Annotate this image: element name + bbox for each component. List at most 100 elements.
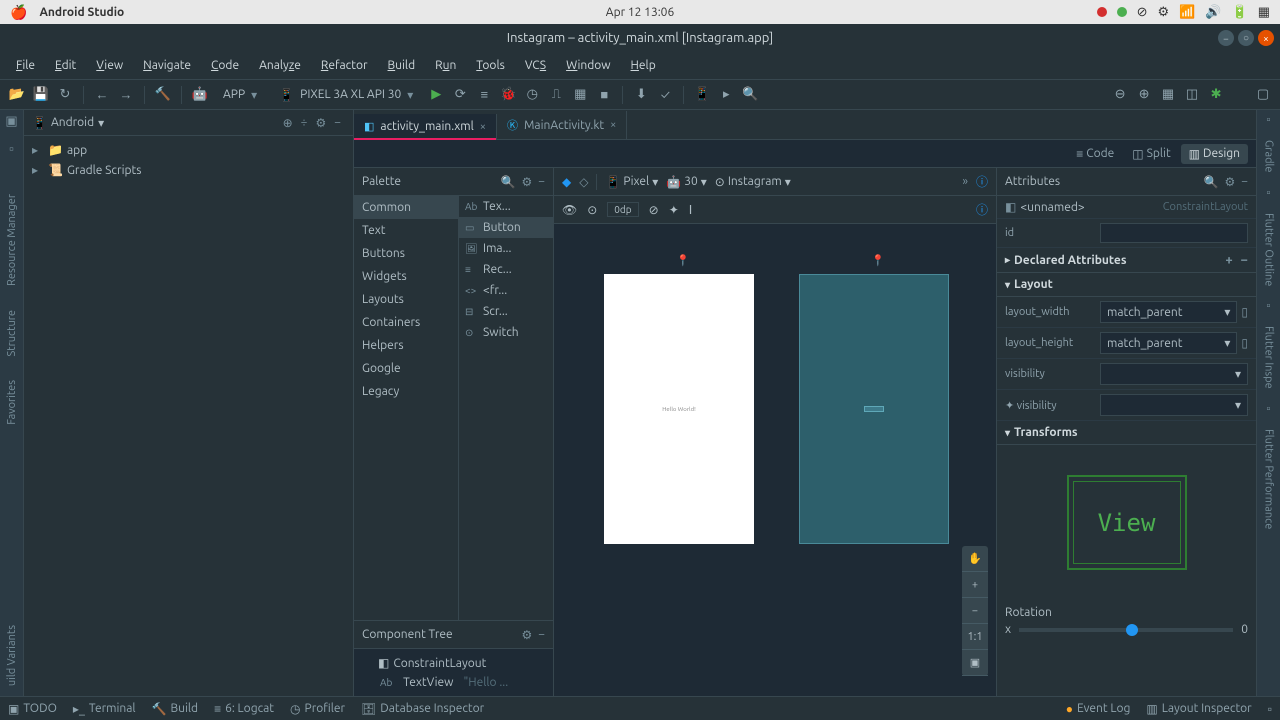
project-tool-icon[interactable]: ▣ (5, 114, 17, 129)
palette-hide-icon[interactable]: − (538, 175, 545, 188)
menu-window[interactable]: Window (558, 55, 618, 76)
attr-settings-icon[interactable]: ⚙ (1224, 175, 1235, 189)
flutter-inspector-tool[interactable]: Flutter Inspe (1263, 320, 1275, 395)
item-recycler[interactable]: ≡Rec... (459, 259, 553, 280)
surface-select-icon[interactable]: ◆ (562, 175, 571, 189)
search-icon[interactable]: 🔍 (741, 86, 759, 104)
zoom-fit-icon[interactable]: 1:1 (962, 624, 988, 650)
save-icon[interactable]: 💾 (32, 86, 50, 104)
cat-common[interactable]: Common (354, 196, 458, 219)
pan-icon[interactable]: ✋ (962, 546, 988, 572)
mode-code[interactable]: ≡ Code (1068, 144, 1122, 164)
ctree-hide-icon[interactable]: − (538, 628, 545, 641)
apple-icon[interactable]: 🍎 (10, 4, 27, 21)
status-build[interactable]: 🔨 Build (152, 702, 199, 716)
cat-google[interactable]: Google (354, 357, 458, 380)
status-logcat[interactable]: ≡ 6: Logcat (214, 702, 274, 716)
android-icon[interactable]: 🤖 (191, 86, 209, 104)
minimize-button[interactable]: − (1218, 30, 1234, 46)
rg-icon-2[interactable]: ▫ (1267, 187, 1271, 199)
debug-icon[interactable]: ≡ (475, 86, 493, 104)
sdk-icon[interactable]: ▸ (717, 86, 735, 104)
declared-attrs-section[interactable]: ▸Declared Attributes +− (997, 248, 1256, 273)
zoom-out-icon[interactable]: ⊖ (1111, 86, 1129, 104)
flutter-outline-tool[interactable]: Flutter Outline (1263, 207, 1275, 292)
structure-tool[interactable]: Structure (6, 304, 18, 363)
menu-analyze[interactable]: Analyze (251, 55, 309, 76)
run-icon[interactable]: ▶ (427, 86, 445, 104)
default-margin[interactable]: 0dp (607, 202, 638, 217)
wifi-icon[interactable]: 📶 (1179, 5, 1195, 20)
info-icon[interactable]: ⓘ (976, 201, 988, 218)
orientation-icon[interactable]: ◇ (579, 175, 588, 189)
cat-legacy[interactable]: Legacy (354, 380, 458, 403)
apply-changes-icon[interactable]: ⟳ (451, 86, 469, 104)
menu-vcs[interactable]: VCS (517, 55, 554, 76)
profile-icon[interactable]: ◷ (523, 86, 541, 104)
open-icon[interactable]: 📂 (8, 86, 26, 104)
close-button[interactable]: × (1258, 30, 1274, 46)
view-options-icon[interactable]: 👁 (562, 203, 577, 217)
mode-split[interactable]: ◫ Split (1124, 144, 1178, 164)
gradle-tool[interactable]: Gradle (1263, 134, 1275, 179)
coverage-icon[interactable]: ▦ (571, 86, 589, 104)
api-dropdown[interactable]: 🤖 30 ▾ (666, 175, 707, 189)
cat-containers[interactable]: Containers (354, 311, 458, 334)
blueprint-textview[interactable] (864, 406, 884, 412)
favorites-tool[interactable]: Favorites (6, 374, 18, 431)
tree-app[interactable]: app (67, 144, 87, 157)
cat-widgets[interactable]: Widgets (354, 265, 458, 288)
forward-icon[interactable]: → (117, 86, 135, 104)
resource-manager-tool[interactable]: Resource Manager (6, 188, 18, 292)
attr-search-icon[interactable]: 🔍 (1204, 175, 1219, 189)
rotation-slider[interactable] (1019, 628, 1233, 632)
rg-icon-1[interactable]: ▫ (1267, 114, 1271, 126)
close-tab-icon[interactable]: × (480, 121, 486, 133)
item-fragment[interactable]: <><fr... (459, 280, 553, 301)
device-dropdown[interactable]: 📱 PIXEL 3A XL API 30 ▾ (271, 86, 421, 104)
menu-help[interactable]: Help (623, 55, 664, 76)
menu-build[interactable]: Build (380, 55, 424, 76)
attr-hide-icon[interactable]: − (1241, 175, 1248, 188)
menu-view[interactable]: View (88, 55, 131, 76)
project-tree[interactable]: ▸📁 app ▸📜 Gradle Scripts (24, 136, 353, 184)
warnings-icon[interactable]: ⓘ (976, 173, 988, 190)
mode-design[interactable]: ▥ Design (1181, 144, 1248, 164)
zoom-in-icon[interactable]: + (962, 572, 988, 598)
menu-edit[interactable]: Edit (47, 55, 84, 76)
status-db[interactable]: 🗄 Database Inspector (361, 702, 484, 716)
design-surface[interactable]: 📍 📍 Hello World! ✋ + − 1:1 ▣ (554, 224, 996, 696)
status-layout-inspector[interactable]: ▥ Layout Inspector (1146, 702, 1251, 716)
battery-icon[interactable]: 🔋 (1232, 5, 1248, 20)
back-icon[interactable]: ← (93, 86, 111, 104)
item-button[interactable]: ▭Button (459, 217, 553, 238)
magnet-icon[interactable]: ⊙ (587, 203, 597, 217)
item-textview[interactable]: AbTex... (459, 196, 553, 217)
project-view-selector[interactable]: 📱 Android ▾ (32, 116, 104, 130)
remove-attr-icon[interactable]: − (1241, 253, 1248, 267)
tree-gradle[interactable]: Gradle Scripts (67, 164, 141, 177)
device-blueprint-preview[interactable] (799, 274, 949, 544)
vcs-commit-icon[interactable]: ✓ (656, 86, 674, 104)
clear-constraints-icon[interactable]: ⊘ (649, 203, 659, 217)
theme-dropdown[interactable]: ⊙ Instagram ▾ (715, 175, 791, 189)
attach-icon[interactable]: ⎍ (547, 86, 565, 104)
status-terminal[interactable]: ▸_ Terminal (73, 702, 136, 716)
status-profiler[interactable]: ◷ Profiler (290, 702, 345, 716)
cat-text[interactable]: Text (354, 219, 458, 242)
run-config-dropdown[interactable]: APP ▾ (215, 86, 265, 104)
menu-run[interactable]: Run (427, 55, 464, 76)
tab-activity-main[interactable]: ◧ activity_main.xml × (354, 114, 497, 139)
status-todo[interactable]: ▣ TODO (8, 702, 57, 716)
hammer-icon[interactable]: 🔨 (154, 86, 172, 104)
height-select[interactable]: match_parent▾ (1100, 332, 1237, 354)
menu-tools[interactable]: Tools (468, 55, 513, 76)
item-scroll[interactable]: ⊟Scr... (459, 301, 553, 322)
control-center-icon[interactable]: ▦ (1258, 5, 1270, 20)
menu-refactor[interactable]: Refactor (313, 55, 376, 76)
maximize-button[interactable]: ○ (1238, 30, 1254, 46)
zoom-in-icon[interactable]: ⊕ (1135, 86, 1153, 104)
ctree-settings-icon[interactable]: ⚙ (521, 628, 532, 642)
attr-id-input[interactable] (1100, 223, 1248, 243)
cat-buttons[interactable]: Buttons (354, 242, 458, 265)
